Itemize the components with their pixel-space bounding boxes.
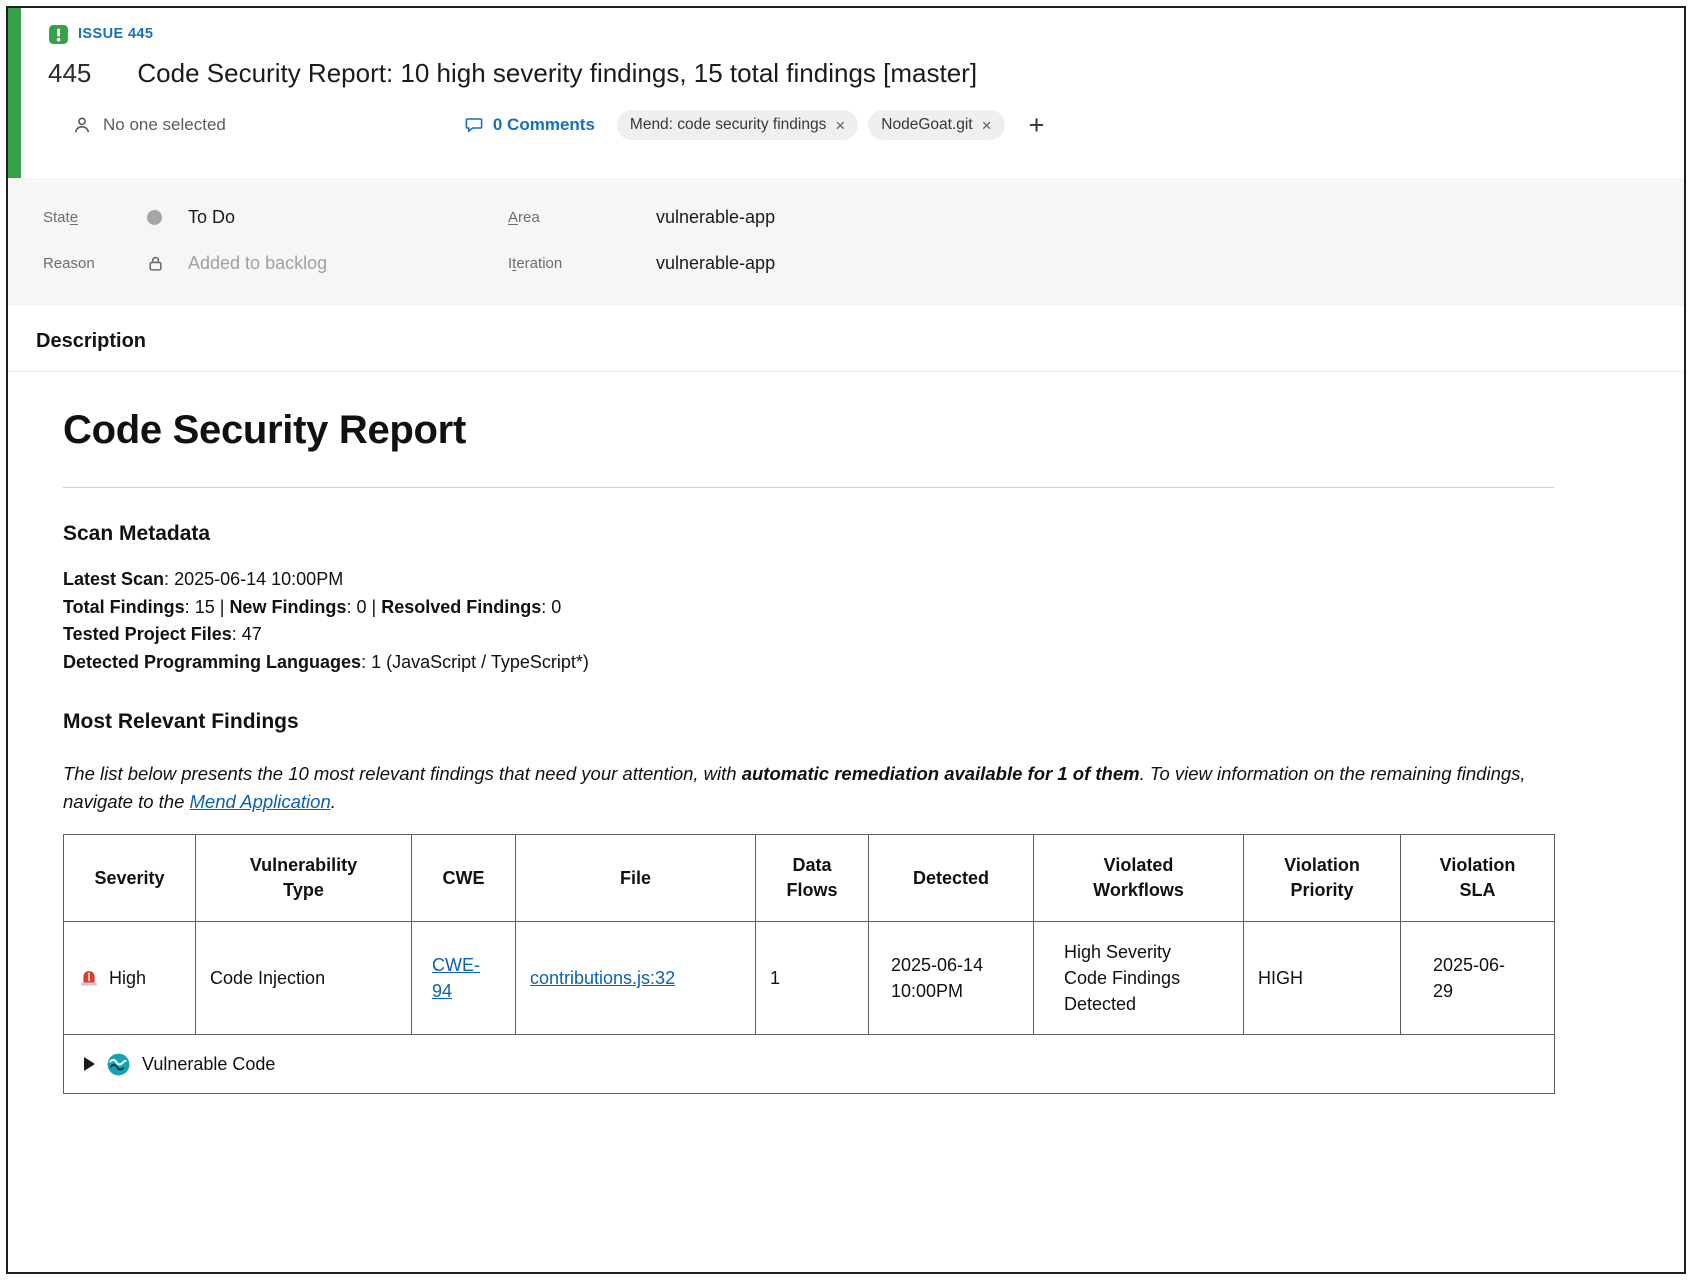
state-label: State xyxy=(43,209,147,226)
state-field: State To Do xyxy=(43,194,508,240)
total-findings-label: Total Findings xyxy=(63,597,185,617)
tag-label: NodeGoat.git xyxy=(881,116,972,134)
table-header-row: Severity Vulnerability Type CWE File Dat… xyxy=(64,835,1555,922)
findings-counts-line: Total Findings: 15 | New Findings: 0 | R… xyxy=(63,594,1554,622)
col-severity: Severity xyxy=(64,835,196,922)
mend-application-link[interactable]: Mend Application xyxy=(190,791,331,812)
siren-icon xyxy=(78,967,100,989)
issue-type-icon xyxy=(48,24,69,45)
total-findings-value: 15 xyxy=(195,597,215,617)
area-value[interactable]: vulnerable-app xyxy=(656,207,775,228)
add-tag-button[interactable]: + xyxy=(1023,112,1051,139)
findings-table: Severity Vulnerability Type CWE File Dat… xyxy=(63,834,1555,1094)
issue-color-bar xyxy=(8,8,21,178)
scan-metadata-block: Latest Scan: 2025-06-14 10:00PM Total Fi… xyxy=(63,566,1554,676)
findings-intro: The list below presents the 10 most rele… xyxy=(63,760,1554,816)
severity-cell: High xyxy=(64,922,196,1035)
comments-label: 0 Comments xyxy=(493,115,595,135)
col-vulnerability-type: Vulnerability Type xyxy=(196,835,412,922)
violated-workflows-cell: High Severity Code Findings Detected xyxy=(1034,922,1244,1035)
vulnerable-code-label: Vulnerable Code xyxy=(142,1051,275,1077)
area-label: Area xyxy=(508,209,656,226)
tested-files-label: Tested Project Files xyxy=(63,624,232,644)
report-title: Code Security Report xyxy=(63,408,1554,453)
new-findings-label: New Findings xyxy=(229,597,346,617)
violation-priority-cell: HIGH xyxy=(1244,922,1401,1035)
col-violation-priority: Violation Priority xyxy=(1244,835,1401,922)
vulnerable-code-row: Vulnerable Code xyxy=(64,1035,1555,1094)
col-file: File xyxy=(516,835,756,922)
remediation-note: automatic remediation available for 1 of… xyxy=(742,763,1140,784)
fields-right-column: Area vulnerable-app Iteration vulnerable… xyxy=(508,194,1684,286)
latest-scan-line: Latest Scan: 2025-06-14 10:00PM xyxy=(63,566,1554,594)
severity-value: High xyxy=(109,965,146,991)
reason-field: Reason Added to backlog xyxy=(43,240,508,286)
resolved-findings-label: Resolved Findings xyxy=(381,597,541,617)
tag-label: Mend: code security findings xyxy=(630,116,826,134)
workitem-header: ISSUE 445 445 Code Security Report: 10 h… xyxy=(8,8,1684,178)
col-detected: Detected xyxy=(869,835,1034,922)
tag-remove-icon[interactable]: × xyxy=(835,117,845,134)
latest-scan-label: Latest Scan xyxy=(63,569,164,589)
meta-row: No one selected 0 Comments Mend: code se… xyxy=(48,110,1684,140)
file-cell: contributions.js:32 xyxy=(516,922,756,1035)
vulnerable-code-expander[interactable]: Vulnerable Code xyxy=(84,1051,1534,1077)
col-violation-sla: Violation SLA xyxy=(1401,835,1555,922)
violation-sla-cell: 2025-06-29 xyxy=(1401,922,1555,1035)
reason-label: Reason xyxy=(43,255,147,272)
expand-arrow-icon xyxy=(84,1057,95,1071)
detected-cell: 2025-06-14 10:00PM xyxy=(869,922,1034,1035)
tag[interactable]: NodeGoat.git × xyxy=(868,110,1004,140)
workitem-id: 445 xyxy=(48,58,91,89)
comment-icon xyxy=(464,115,484,135)
col-cwe: CWE xyxy=(412,835,516,922)
iteration-label: Iteration xyxy=(508,255,656,272)
state-value[interactable]: To Do xyxy=(188,207,235,228)
divider xyxy=(63,487,1554,488)
reason-value[interactable]: Added to backlog xyxy=(188,253,327,274)
tag-list: Mend: code security findings × NodeGoat.… xyxy=(617,110,1050,140)
lock-icon xyxy=(147,255,188,272)
latest-scan-value: 2025-06-14 10:00PM xyxy=(174,569,343,589)
iteration-field: Iteration vulnerable-app xyxy=(508,240,1684,286)
col-violated-workflows: Violated Workflows xyxy=(1034,835,1244,922)
fields-left-column: State To Do Reason Added to backlog xyxy=(43,194,508,286)
person-icon xyxy=(72,115,92,135)
workitem-title[interactable]: Code Security Report: 10 high severity f… xyxy=(137,58,977,89)
tag-remove-icon[interactable]: × xyxy=(982,117,992,134)
findings-heading: Most Relevant Findings xyxy=(63,710,1554,734)
finding-row: High Code Injection CWE-94 contributions… xyxy=(64,922,1555,1035)
vulnerable-code-cell: Vulnerable Code xyxy=(64,1035,1555,1094)
assignee-label: No one selected xyxy=(103,115,226,135)
cwe-cell: CWE-94 xyxy=(412,922,516,1035)
area-field: Area vulnerable-app xyxy=(508,194,1684,240)
comments-link[interactable]: 0 Comments xyxy=(464,115,595,135)
vulnerable-code-icon xyxy=(106,1052,131,1077)
iteration-value[interactable]: vulnerable-app xyxy=(656,253,775,274)
vulnerability-type-cell: Code Injection xyxy=(196,922,412,1035)
state-todo-icon xyxy=(147,210,188,225)
resolved-findings-value: 0 xyxy=(551,597,561,617)
tested-files-line: Tested Project Files: 47 xyxy=(63,621,1554,649)
tag[interactable]: Mend: code security findings × xyxy=(617,110,858,140)
issue-type-row: ISSUE 445 xyxy=(48,21,1684,47)
new-findings-value: 0 xyxy=(356,597,366,617)
description-section-header: Description xyxy=(8,306,1684,372)
file-link[interactable]: contributions.js:32 xyxy=(530,968,675,988)
issue-type-label[interactable]: ISSUE 445 xyxy=(78,26,153,42)
col-data-flows: Data Flows xyxy=(756,835,869,922)
title-row: 445 Code Security Report: 10 high severi… xyxy=(48,58,1684,89)
scan-metadata-heading: Scan Metadata xyxy=(63,522,1554,546)
languages-label: Detected Programming Languages xyxy=(63,652,361,672)
languages-value: 1 (JavaScript / TypeScript*) xyxy=(371,652,589,672)
languages-line: Detected Programming Languages: 1 (JavaS… xyxy=(63,649,1554,677)
cwe-link[interactable]: CWE-94 xyxy=(432,955,480,1001)
fields-section: State To Do Reason Added to backlog Area… xyxy=(8,178,1684,306)
page-frame: ISSUE 445 445 Code Security Report: 10 h… xyxy=(6,6,1686,1274)
description-content: Code Security Report Scan Metadata Lates… xyxy=(8,372,1684,1094)
tested-files-value: 47 xyxy=(242,624,262,644)
assignee-picker[interactable]: No one selected xyxy=(72,115,226,135)
data-flows-cell: 1 xyxy=(756,922,869,1035)
